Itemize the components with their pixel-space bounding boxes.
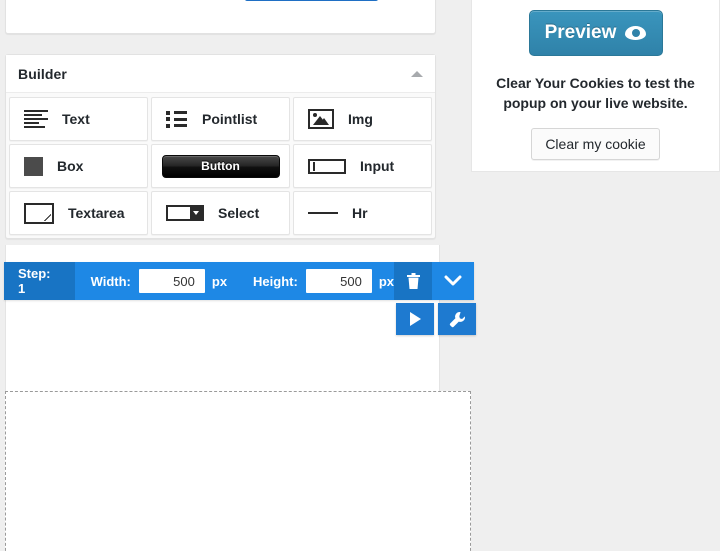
- builder-tile-text[interactable]: Text: [9, 97, 148, 141]
- tile-label: Text: [62, 111, 90, 127]
- text-lines-icon: [24, 110, 48, 128]
- tile-label: Textarea: [68, 205, 125, 221]
- tile-label: Img: [348, 111, 373, 127]
- preview-button[interactable]: Preview: [528, 10, 663, 56]
- builder-tile-hr[interactable]: Hr: [293, 191, 432, 235]
- text-input-icon: [308, 158, 346, 174]
- cookie-instruction-text: Clear Your Cookies to test the popup on …: [496, 75, 695, 111]
- tile-label: Hr: [352, 205, 368, 221]
- builder-panel: Builder Text Pointlist Img Box Button In…: [5, 54, 436, 239]
- play-step-button[interactable]: [396, 303, 434, 335]
- builder-panel-header[interactable]: Builder: [6, 55, 435, 93]
- tile-label: Input: [360, 158, 395, 174]
- play-icon: [410, 312, 421, 326]
- builder-tile-select[interactable]: Select: [151, 191, 290, 235]
- builder-title: Builder: [18, 65, 67, 82]
- textarea-icon: [24, 202, 54, 224]
- width-input[interactable]: [138, 269, 205, 293]
- builder-tile-box[interactable]: Box: [9, 144, 148, 188]
- chevron-down-icon: [444, 275, 462, 286]
- height-input[interactable]: [305, 269, 372, 293]
- bullet-list-icon: [166, 110, 188, 128]
- builder-tile-textarea[interactable]: Textarea: [9, 191, 148, 235]
- width-group: Width: px: [91, 269, 227, 293]
- width-label: Width:: [90, 273, 131, 289]
- step-settings-button[interactable]: [438, 303, 476, 335]
- step-toolbar: Step: 1 Width: px Height: px: [4, 262, 474, 300]
- app-root: Builder Text Pointlist Img Box Button In…: [0, 0, 720, 551]
- collapse-step-button[interactable]: [432, 262, 474, 300]
- button-icon: Button: [161, 154, 280, 178]
- builder-tile-input[interactable]: Input: [293, 144, 432, 188]
- delete-step-button[interactable]: [394, 262, 432, 300]
- height-unit: px: [378, 273, 394, 289]
- eye-icon: [625, 26, 647, 40]
- height-group: Height: px: [253, 269, 394, 293]
- height-label: Height:: [253, 273, 298, 289]
- tile-label: Select: [218, 205, 260, 221]
- popup-drop-canvas[interactable]: [5, 391, 471, 551]
- preview-button-label: Preview: [544, 22, 617, 43]
- horizontal-rule-icon: [308, 212, 338, 214]
- builder-tile-pointlist[interactable]: Pointlist: [151, 97, 290, 141]
- caret-up-icon[interactable]: [411, 70, 423, 77]
- builder-element-grid: Text Pointlist Img Box Button Input Text…: [6, 93, 435, 239]
- tile-label: Box: [57, 158, 84, 174]
- filled-square-icon: [24, 156, 43, 176]
- image-icon: [308, 109, 334, 129]
- tile-label: Pointlist: [202, 111, 258, 127]
- select-dropdown-icon: [166, 205, 204, 221]
- builder-tile-img[interactable]: Img: [293, 97, 432, 141]
- builder-tile-button[interactable]: Button: [151, 144, 290, 188]
- step-number-chip: Step: 1: [4, 262, 75, 300]
- trash-icon: [406, 272, 420, 289]
- preview-panel: Preview Clear Your Cookies to test the p…: [471, 0, 720, 172]
- step-sub-actions: [396, 303, 476, 335]
- clear-cookie-button[interactable]: Clear my cookie: [531, 127, 660, 160]
- top-settings-panel: [5, 0, 436, 34]
- top-focused-field[interactable]: [245, 0, 378, 1]
- wrench-icon: [449, 311, 465, 327]
- width-unit: px: [211, 273, 228, 289]
- step-toolbar-actions: [394, 262, 474, 300]
